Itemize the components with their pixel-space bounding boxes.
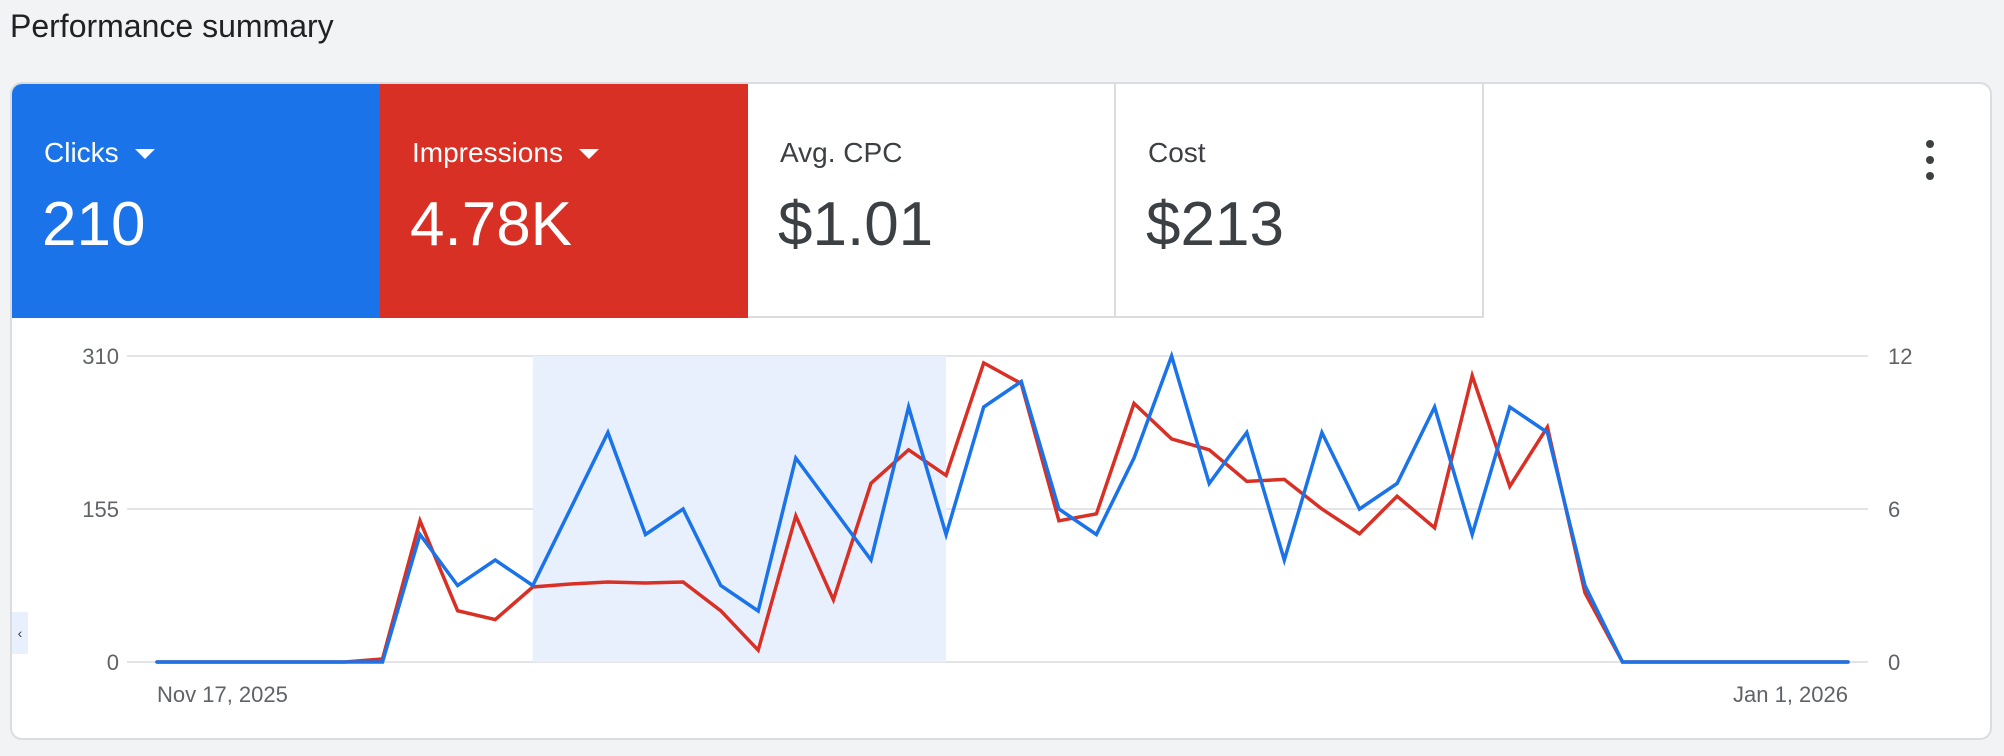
y-right-tick-label: 12	[1888, 344, 1912, 369]
y-left-tick-label: 155	[82, 497, 119, 522]
y-right-tick-label: 6	[1888, 497, 1900, 522]
x-start-label: Nov 17, 2025	[157, 682, 288, 707]
x-end-label: Jan 1, 2026	[1733, 682, 1848, 707]
page-title: Performance summary	[10, 8, 334, 44]
performance-summary-card: Clicks 210 Impressions 4.78K Avg. CPC $1…	[10, 82, 1992, 740]
series-line-1	[155, 360, 1850, 664]
chart-grid	[127, 355, 1868, 663]
performance-chart: 0 0 155 6 310 12 Nov 17, 2025 Jan 1, 2026	[82, 344, 1912, 707]
y-left-tick-label: 310	[82, 344, 119, 369]
y-right-tick-label: 0	[1888, 650, 1900, 675]
y-left-tick-label: 0	[107, 650, 119, 675]
